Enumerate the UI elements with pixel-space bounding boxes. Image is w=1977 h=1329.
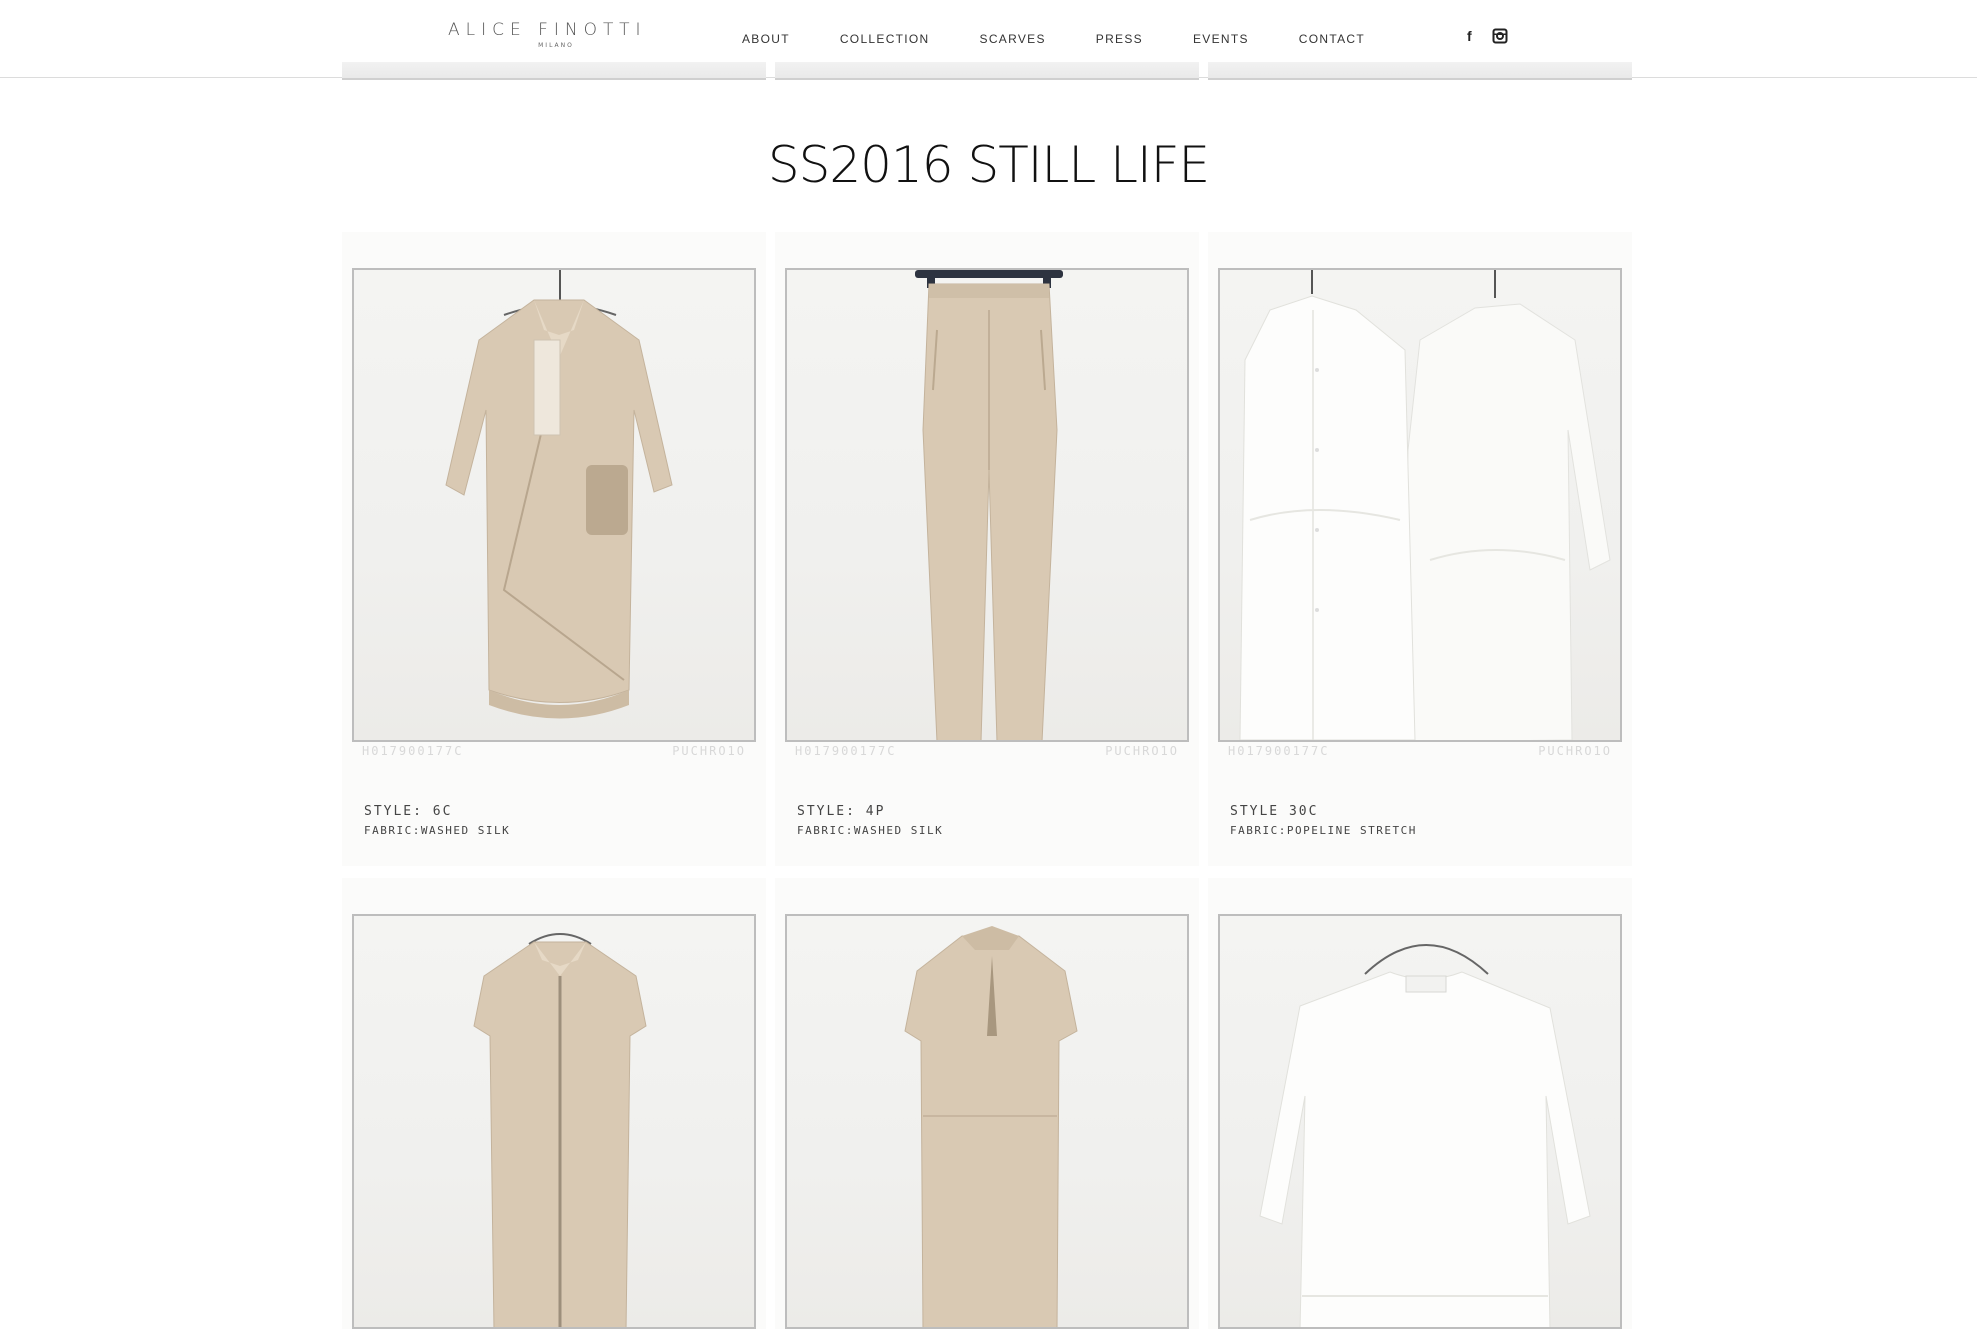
product-photo (785, 914, 1189, 1329)
fabric-label: FABRIC:WASHED SILK (797, 824, 944, 837)
style-label: STYLE 30C (1230, 804, 1319, 819)
film-edge: H017900177C PUCHRO1O (362, 744, 746, 762)
film-edge: H017900177C PUCHRO1O (1228, 744, 1612, 762)
film-edge: H017900177C PUCHRO1O (795, 744, 1179, 762)
film-code: H017900177C (1228, 744, 1330, 758)
product-photo (1218, 268, 1622, 742)
caption: STYLE: 4P FABRIC:WASHED SILK (797, 802, 943, 840)
caption: STYLE 30C FABRIC:POPELINE STRETCH (1230, 802, 1417, 840)
film-code: PUCHRO1O (672, 744, 746, 758)
gallery-item[interactable]: H017900177C PUCHRO1O STYLE: 6C FABRIC:WA… (342, 232, 766, 866)
product-photo (352, 914, 756, 1329)
gallery-item[interactable] (775, 878, 1199, 1329)
logo-sub: MILANO (538, 42, 574, 49)
instagram-icon[interactable] (1492, 28, 1508, 44)
main-nav: ABOUT COLLECTION SCARVES PRESS EVENTS CO… (742, 31, 1415, 47)
film-code: PUCHRO1O (1105, 744, 1179, 758)
svg-text:f: f (1467, 28, 1472, 44)
gallery-strip (1208, 62, 1632, 80)
film-code: H017900177C (795, 744, 897, 758)
fabric-label: FABRIC:POPELINE STRETCH (1230, 824, 1417, 837)
gallery-item[interactable]: H017900177C PUCHRO1O STYLE: 4P FABRIC:WA… (775, 232, 1199, 866)
gallery-strip (775, 62, 1199, 80)
fabric-label: FABRIC:WASHED SILK (364, 824, 511, 837)
nav-contact[interactable]: CONTACT (1299, 31, 1365, 47)
gallery-item[interactable]: H017900177C PUCHRO1O STYLE 30C FABRIC:PO… (1208, 232, 1632, 866)
gallery-item[interactable] (1208, 878, 1632, 1329)
nav-collection[interactable]: COLLECTION (840, 31, 930, 47)
nav-about[interactable]: ABOUT (742, 31, 790, 47)
product-photo (785, 268, 1189, 742)
nav-events[interactable]: EVENTS (1193, 31, 1249, 47)
page-title: SS2016 STILL LIFE (767, 136, 1210, 194)
nav-scarves[interactable]: SCARVES (980, 31, 1046, 47)
caption: STYLE: 6C FABRIC:WASHED SILK (364, 802, 510, 840)
style-label: STYLE: 4P (797, 804, 886, 819)
style-label: STYLE: 6C (364, 804, 453, 819)
gallery-strip (342, 62, 766, 80)
nav-press[interactable]: PRESS (1096, 31, 1143, 47)
logo[interactable]: ALICE FINOTTI MILANO (448, 20, 647, 56)
film-code: PUCHRO1O (1538, 744, 1612, 758)
logo-name: ALICE FINOTTI (448, 20, 647, 40)
gallery-item[interactable] (342, 878, 766, 1329)
facebook-icon[interactable]: f (1462, 28, 1478, 44)
social-links: f (1462, 28, 1508, 44)
product-photo (352, 268, 756, 742)
film-code: H017900177C (362, 744, 464, 758)
product-photo (1218, 914, 1622, 1329)
